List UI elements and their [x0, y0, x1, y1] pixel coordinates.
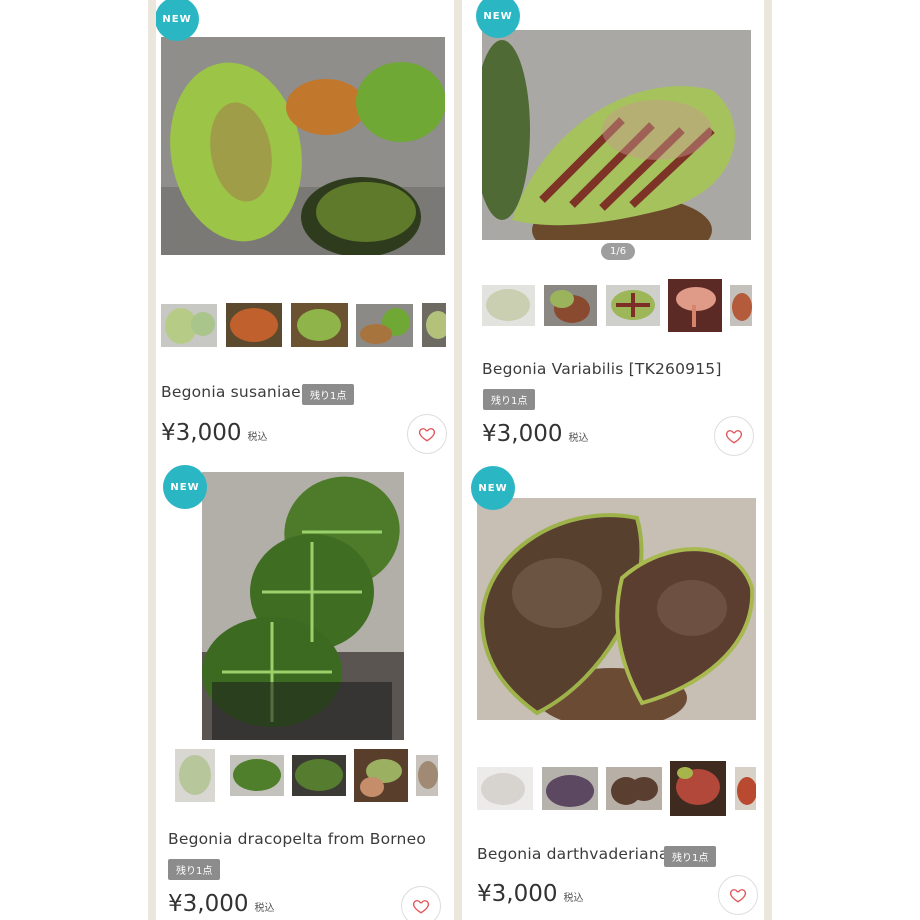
image-counter: 1/6 [601, 243, 636, 260]
stock-badge: 残り1点 [664, 846, 717, 867]
thumbnail-4[interactable] [670, 761, 726, 816]
thumbnail-2[interactable] [544, 285, 597, 326]
product-card-variabilis[interactable]: NEW 1/6 Begonia Variabilis [TK260915] 残り… [463, 0, 763, 458]
thumbnail-1[interactable] [482, 285, 535, 326]
new-badge: NEW [156, 0, 199, 41]
heart-icon [418, 428, 436, 442]
thumbnail-3[interactable] [606, 767, 662, 810]
price: ¥3,000 税込 [161, 420, 267, 446]
thumbnail-5[interactable] [422, 303, 446, 347]
product-image[interactable] [477, 498, 756, 720]
price-value: ¥3,000 [477, 881, 558, 907]
stock-badge: 残り1点 [483, 389, 536, 410]
price: ¥3,000 税込 [477, 881, 583, 907]
product-title[interactable]: Begonia Variabilis [TK260915] [482, 360, 722, 378]
stock-badge: 残り1点 [302, 384, 355, 405]
heart-icon [729, 889, 747, 903]
product-card-susaniae[interactable]: NEW Begonia susaniae 残り1点 ¥3,000 税込 [156, 0, 454, 460]
tax-label: 税込 [568, 433, 589, 444]
price-value: ¥3,000 [168, 891, 249, 917]
product-title[interactable]: Begonia susaniae [161, 383, 301, 401]
thumbnail-1[interactable] [161, 304, 217, 347]
product-title[interactable]: Begonia dracopelta from Borneo [168, 830, 426, 848]
favorite-button[interactable] [401, 886, 441, 920]
thumbnail-3[interactable] [292, 755, 346, 796]
tax-label: 税込 [254, 903, 275, 914]
new-badge: NEW [471, 466, 515, 510]
product-card-dracopelta[interactable]: NEW Begonia dracopelta from Borneo 残り1点 … [156, 462, 454, 920]
background-strip [454, 0, 462, 920]
thumbnail-4[interactable] [356, 304, 413, 347]
thumbnail-5[interactable] [730, 285, 752, 326]
price: ¥3,000 税込 [482, 421, 588, 447]
price-value: ¥3,000 [482, 421, 563, 447]
background-strip [148, 0, 156, 920]
product-image[interactable] [482, 30, 751, 240]
price-value: ¥3,000 [161, 420, 242, 446]
background-strip [764, 0, 772, 920]
thumbnail-1[interactable] [477, 767, 533, 810]
thumbnail-4[interactable] [668, 279, 722, 332]
tax-label: 税込 [563, 893, 584, 904]
thumbnail-2[interactable] [542, 767, 598, 810]
favorite-button[interactable] [714, 416, 754, 456]
tax-label: 税込 [247, 432, 268, 443]
thumbnail-1[interactable] [175, 749, 215, 802]
product-image[interactable] [161, 37, 445, 255]
thumbnail-3[interactable] [291, 303, 348, 347]
new-badge: NEW [163, 465, 207, 509]
favorite-button[interactable] [718, 875, 758, 915]
heart-icon [725, 430, 743, 444]
product-image[interactable] [202, 472, 404, 740]
thumbnail-4[interactable] [354, 749, 408, 802]
product-title[interactable]: Begonia darthvaderiana [477, 845, 669, 863]
product-card-darthvaderiana[interactable]: NEW Begonia darthvaderiana 残り1点 ¥3,000 税込 [463, 462, 763, 920]
thumbnail-5[interactable] [735, 767, 756, 810]
stock-badge: 残り1点 [168, 859, 221, 880]
thumbnail-2[interactable] [226, 303, 282, 347]
thumbnail-5[interactable] [416, 755, 438, 796]
thumbnail-3[interactable] [606, 285, 660, 326]
favorite-button[interactable] [407, 414, 447, 454]
price: ¥3,000 税込 [168, 891, 274, 917]
heart-icon [412, 900, 430, 914]
thumbnail-2[interactable] [230, 755, 284, 796]
